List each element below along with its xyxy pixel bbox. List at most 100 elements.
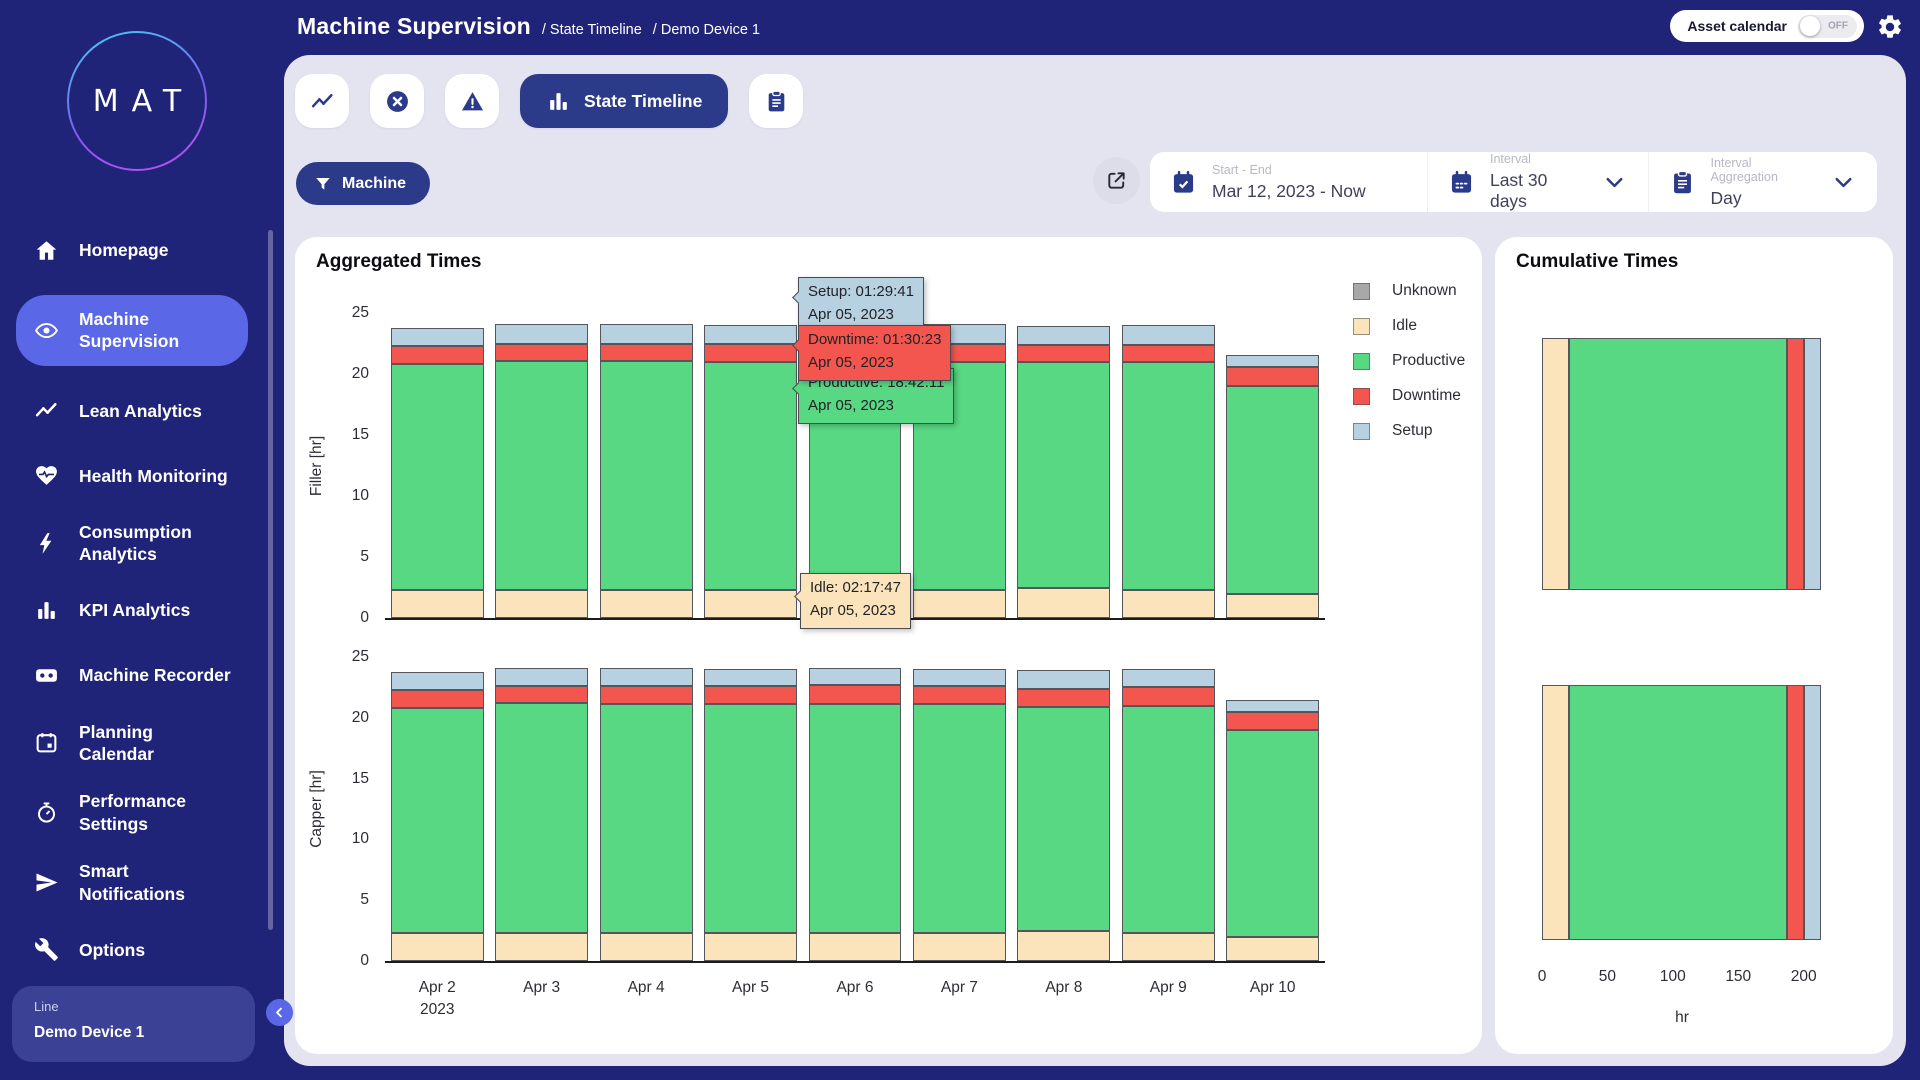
bar-segment-setup[interactable] xyxy=(913,669,1006,686)
stacked-bar[interactable] xyxy=(809,657,902,961)
sidebar-collapse-button[interactable] xyxy=(266,999,293,1026)
bar-segment-setup[interactable] xyxy=(1226,355,1319,367)
bar-segment-idle[interactable] xyxy=(913,590,1006,618)
bar-segment-downtime[interactable] xyxy=(704,686,797,704)
bar-segment-productive[interactable] xyxy=(1122,706,1215,933)
asset-calendar-toggle[interactable]: OFF xyxy=(1798,15,1857,38)
bar-segment-productive[interactable] xyxy=(1226,730,1319,937)
bar-segment-downtime[interactable] xyxy=(1017,345,1110,362)
export-button[interactable] xyxy=(1093,157,1140,204)
bar-segment-setup[interactable] xyxy=(1017,326,1110,344)
bar-segment-productive[interactable] xyxy=(1226,386,1319,593)
stacked-bar[interactable] xyxy=(495,657,588,961)
bar-segment-setup[interactable] xyxy=(391,672,484,690)
bar-segment-downtime[interactable] xyxy=(600,686,693,704)
sidebar-item-kpi-analytics[interactable]: KPI Analytics xyxy=(0,591,266,631)
bar-segment-setup[interactable] xyxy=(1122,325,1215,345)
legend-item-setup[interactable]: Setup xyxy=(1353,422,1465,440)
bar-segment-idle[interactable] xyxy=(1017,588,1110,619)
machine-filter-button[interactable]: Machine xyxy=(296,162,430,205)
stacked-bar[interactable] xyxy=(600,657,693,961)
bar-segment-idle[interactable] xyxy=(391,590,484,618)
stacked-bar[interactable] xyxy=(1017,657,1110,961)
bar-segment-downtime[interactable] xyxy=(600,344,693,361)
bar-segment-productive[interactable] xyxy=(1122,362,1215,590)
interval-aggregation-control[interactable]: Interval Aggregation Day xyxy=(1648,152,1878,212)
stacked-bar[interactable] xyxy=(1226,313,1319,618)
cumulative-bar-filler[interactable] xyxy=(1542,338,1822,590)
bar-segment-setup[interactable] xyxy=(809,668,902,685)
sidebar-item-health-monitoring[interactable]: Health Monitoring xyxy=(0,456,266,496)
sidebar-item-machine-recorder[interactable]: Machine Recorder xyxy=(0,656,266,696)
bar-segment-setup[interactable] xyxy=(600,668,693,686)
sidebar-item-homepage[interactable]: Homepage xyxy=(0,230,266,270)
tab-alerts[interactable] xyxy=(445,74,499,128)
bar-segment-idle[interactable] xyxy=(704,933,797,961)
bar-segment-downtime[interactable] xyxy=(1226,367,1319,387)
sidebar-item-smart-notifications[interactable]: Smart Notifications xyxy=(0,860,266,905)
bar-segment-idle[interactable] xyxy=(391,933,484,961)
breadcrumb-state-timeline[interactable]: / State Timeline xyxy=(542,22,642,38)
legend-item-idle[interactable]: Idle xyxy=(1353,317,1465,335)
bar-segment-idle[interactable] xyxy=(495,590,588,618)
interval-control[interactable]: Interval Last 30 days xyxy=(1427,152,1648,212)
sidebar-item-lean-analytics[interactable]: Lean Analytics xyxy=(0,391,266,431)
bar-segment-downtime[interactable] xyxy=(495,686,588,703)
stacked-bar[interactable] xyxy=(600,313,693,618)
bar-segment-idle[interactable] xyxy=(704,590,797,618)
bar-segment-setup[interactable] xyxy=(495,668,588,686)
bar-segment-productive[interactable] xyxy=(1569,685,1787,940)
sidebar-item-performance-settings[interactable]: Performance Settings xyxy=(0,790,266,835)
bar-segment-idle[interactable] xyxy=(1226,937,1319,961)
bar-segment-productive[interactable] xyxy=(391,364,484,590)
stacked-bar[interactable] xyxy=(1122,657,1215,961)
bar-segment-setup[interactable] xyxy=(1122,669,1215,687)
tab-stops[interactable] xyxy=(370,74,424,128)
legend-item-downtime[interactable]: Downtime xyxy=(1353,387,1465,405)
bar-segment-idle[interactable] xyxy=(1017,931,1110,961)
bar-segment-setup[interactable] xyxy=(1017,670,1110,688)
bar-segment-downtime[interactable] xyxy=(391,346,484,364)
bar-segment-idle[interactable] xyxy=(1542,338,1569,590)
sidebar-item-consumption-analytics[interactable]: Consumption Analytics xyxy=(0,521,266,566)
bar-segment-productive[interactable] xyxy=(1017,707,1110,931)
legend-item-productive[interactable]: Productive xyxy=(1353,352,1465,370)
bar-segment-downtime[interactable] xyxy=(391,690,484,708)
device-selector-card[interactable]: Line Demo Device 1 xyxy=(12,986,255,1062)
bar-segment-downtime[interactable] xyxy=(1787,338,1805,590)
bar-segment-setup[interactable] xyxy=(391,328,484,346)
bar-segment-setup[interactable] xyxy=(704,669,797,686)
sidebar-scrollbar[interactable] xyxy=(268,230,273,930)
stacked-bar[interactable] xyxy=(495,313,588,618)
toggle-knob[interactable] xyxy=(1800,16,1820,36)
bar-segment-productive[interactable] xyxy=(495,703,588,933)
bar-segment-productive[interactable] xyxy=(1569,338,1787,590)
bar-segment-downtime[interactable] xyxy=(913,686,1006,704)
bar-segment-idle[interactable] xyxy=(1542,685,1569,940)
bar-segment-productive[interactable] xyxy=(704,704,797,933)
bar-segment-setup[interactable] xyxy=(1804,685,1821,940)
bar-segment-idle[interactable] xyxy=(495,933,588,961)
stacked-bar[interactable] xyxy=(704,657,797,961)
bar-segment-idle[interactable] xyxy=(1122,933,1215,961)
bar-segment-productive[interactable] xyxy=(600,704,693,933)
bar-segment-downtime[interactable] xyxy=(704,344,797,362)
bar-segment-productive[interactable] xyxy=(809,704,902,933)
bar-segment-productive[interactable] xyxy=(600,361,693,590)
cumulative-bar-capper[interactable] xyxy=(1542,685,1822,940)
tab-state-timeline[interactable]: State Timeline xyxy=(520,74,728,128)
stacked-bar[interactable] xyxy=(913,657,1006,961)
bar-segment-setup[interactable] xyxy=(1226,700,1319,712)
bar-segment-setup[interactable] xyxy=(600,324,693,344)
stacked-bar[interactable] xyxy=(391,657,484,961)
bar-segment-idle[interactable] xyxy=(1226,594,1319,618)
sidebar-item-options[interactable]: Options xyxy=(0,930,266,970)
bar-segment-idle[interactable] xyxy=(600,590,693,618)
bar-segment-setup[interactable] xyxy=(1804,338,1821,590)
bar-segment-setup[interactable] xyxy=(704,325,797,343)
bar-segment-setup[interactable] xyxy=(495,324,588,344)
bar-segment-downtime[interactable] xyxy=(495,344,588,361)
stacked-bar[interactable] xyxy=(704,313,797,618)
bar-segment-downtime[interactable] xyxy=(1122,687,1215,705)
stacked-bar[interactable] xyxy=(1226,657,1319,961)
